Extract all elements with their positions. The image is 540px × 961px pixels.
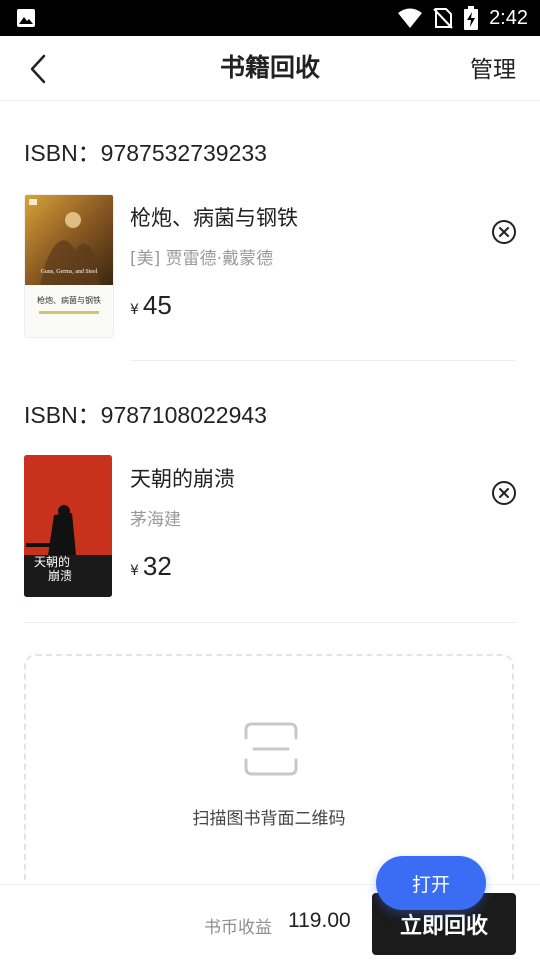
price-value: 32 [142,551,172,581]
book-cover: 天朝的 崩溃 [24,455,112,597]
cover-english-title: Guns, Germs, and Steel [40,269,98,275]
cover-subtitle-bar [39,311,99,314]
book-cover-art [25,195,113,285]
scan-icon [244,722,298,776]
image-icon [17,9,35,27]
scan-instruction: 扫描图书背面二维码 [192,809,346,829]
book-price: ¥32 [130,551,172,582]
remove-circle-x-icon[interactable] [490,218,518,246]
cover-title: 枪炮、病菌与钢铁 [37,296,101,305]
wifi-icon [398,8,423,28]
status-time: 2:42 [489,6,528,29]
cover-title: 天朝的 崩溃 [34,555,72,583]
page-title: 书籍回收 [219,53,320,82]
open-button[interactable]: 打开 [376,856,486,910]
remove-circle-x-icon[interactable] [490,479,518,507]
earnings-value: 119.00 [288,909,351,932]
cover-title-line1: 天朝的 [34,555,71,569]
book-title: 枪炮、病菌与钢铁 [130,206,298,230]
price-value: 45 [142,290,172,320]
earnings-label: 书币收益 [204,918,272,938]
book-price: ¥45 [130,290,172,321]
book-author: 茅海建 [130,510,181,530]
no-sim-icon [433,8,453,29]
book-title: 天朝的崩溃 [130,467,235,491]
book-item[interactable]: Guns, Germs, and Steel 枪炮、病菌与钢铁 枪炮、病菌与钢铁… [0,194,540,344]
currency-symbol: ¥ [130,563,139,579]
manage-button[interactable]: 管理 [470,50,516,84]
status-bar: 2:42 [0,0,540,36]
cover-title-line2: 崩溃 [48,569,73,583]
isbn-label: ISBN：9787532739233 [24,140,267,166]
book-cover: Guns, Germs, and Steel 枪炮、病菌与钢铁 [24,194,114,338]
currency-symbol: ¥ [130,302,139,318]
isbn-label: ISBN：9787108022943 [24,402,267,428]
divider [130,360,516,361]
battery-charging-icon [464,6,479,30]
book-author: [美] 贾雷德·戴蒙德 [130,249,274,269]
divider [24,622,516,623]
book-item[interactable]: 天朝的 崩溃 天朝的崩溃 茅海建 ¥32 [0,455,540,605]
nav-bar: 书籍回收 管理 [0,36,540,101]
